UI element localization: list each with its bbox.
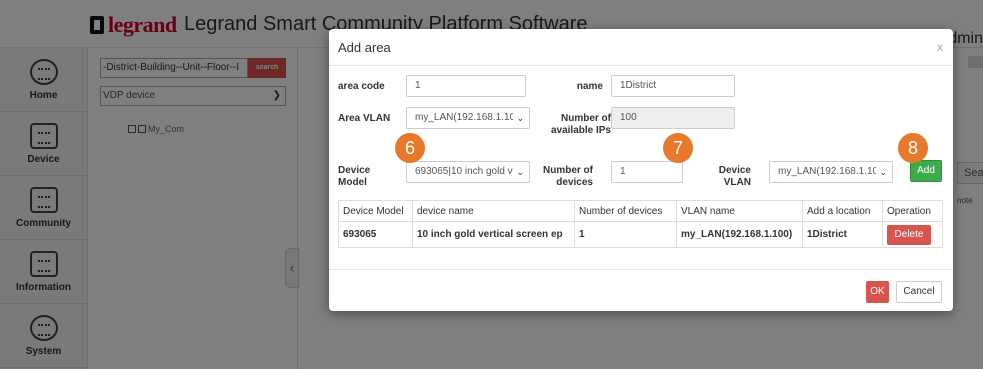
- callout-badge-6: 6: [395, 133, 425, 163]
- column-header: Device Model: [338, 200, 413, 222]
- chevron-down-icon: ⌄: [513, 108, 524, 128]
- column-header: Number of devices: [574, 200, 677, 222]
- callout-badge-8: 8: [898, 133, 928, 163]
- cell-vlan-name: my_LAN(192.168.1.100): [676, 221, 803, 248]
- cell-device-count: 1: [574, 221, 677, 248]
- callout-badge-7: 7: [663, 133, 693, 163]
- name-label: name: [576, 81, 603, 92]
- number-of-devices-label: Number of devices: [543, 165, 593, 188]
- dialog-header: Add area x: [329, 29, 953, 66]
- device-model-value: 693065|10 inch gold ve: [415, 166, 519, 177]
- chevron-down-icon: ⌄: [513, 162, 524, 182]
- chevron-down-icon: ⌄: [876, 162, 887, 182]
- table-row: 693065 10 inch gold vertical screen ep 1…: [338, 221, 943, 248]
- ok-button[interactable]: OK: [866, 281, 889, 303]
- area-code-label: area code: [338, 81, 385, 92]
- cell-operation: Delete: [882, 221, 943, 248]
- close-icon[interactable]: x: [937, 40, 943, 54]
- device-model-select[interactable]: 693065|10 inch gold ve ⌄: [406, 161, 530, 183]
- add-area-dialog: Add area x area code 1 name 1District Ar…: [329, 29, 953, 311]
- column-header: device name: [412, 200, 575, 222]
- column-header: Add a location: [802, 200, 883, 222]
- device-vlan-select[interactable]: my_LAN(192.168.1.10 ⌄: [769, 161, 893, 183]
- add-button[interactable]: Add: [910, 160, 942, 182]
- name-input[interactable]: 1District: [611, 75, 735, 97]
- number-of-devices-input[interactable]: 1: [611, 161, 683, 183]
- area-vlan-label: Area VLAN: [338, 113, 391, 124]
- cell-location: 1District: [802, 221, 883, 248]
- dialog-footer-divider: [329, 269, 953, 270]
- column-header: Operation: [882, 200, 943, 222]
- device-vlan-value: my_LAN(192.168.1.10: [778, 166, 879, 177]
- column-header: VLAN name: [676, 200, 803, 222]
- device-table: Device Model device name Number of devic…: [338, 200, 943, 248]
- available-ips-field: 100: [611, 107, 735, 129]
- available-ips-label: Number of available IPs: [550, 113, 611, 136]
- delete-button[interactable]: Delete: [887, 224, 931, 245]
- area-vlan-value: my_LAN(192.168.1.10: [415, 112, 516, 123]
- device-model-label: Device Model: [338, 165, 371, 188]
- cell-device-model: 693065: [338, 221, 413, 248]
- area-vlan-select[interactable]: my_LAN(192.168.1.10 ⌄: [406, 107, 530, 129]
- dialog-title: Add area: [338, 40, 391, 55]
- area-code-input[interactable]: 1: [406, 75, 526, 97]
- cancel-button[interactable]: Cancel: [896, 281, 942, 303]
- device-vlan-label: Device VLAN: [718, 165, 751, 188]
- cell-device-name: 10 inch gold vertical screen ep: [412, 221, 575, 248]
- table-header-row: Device Model device name Number of devic…: [338, 200, 943, 222]
